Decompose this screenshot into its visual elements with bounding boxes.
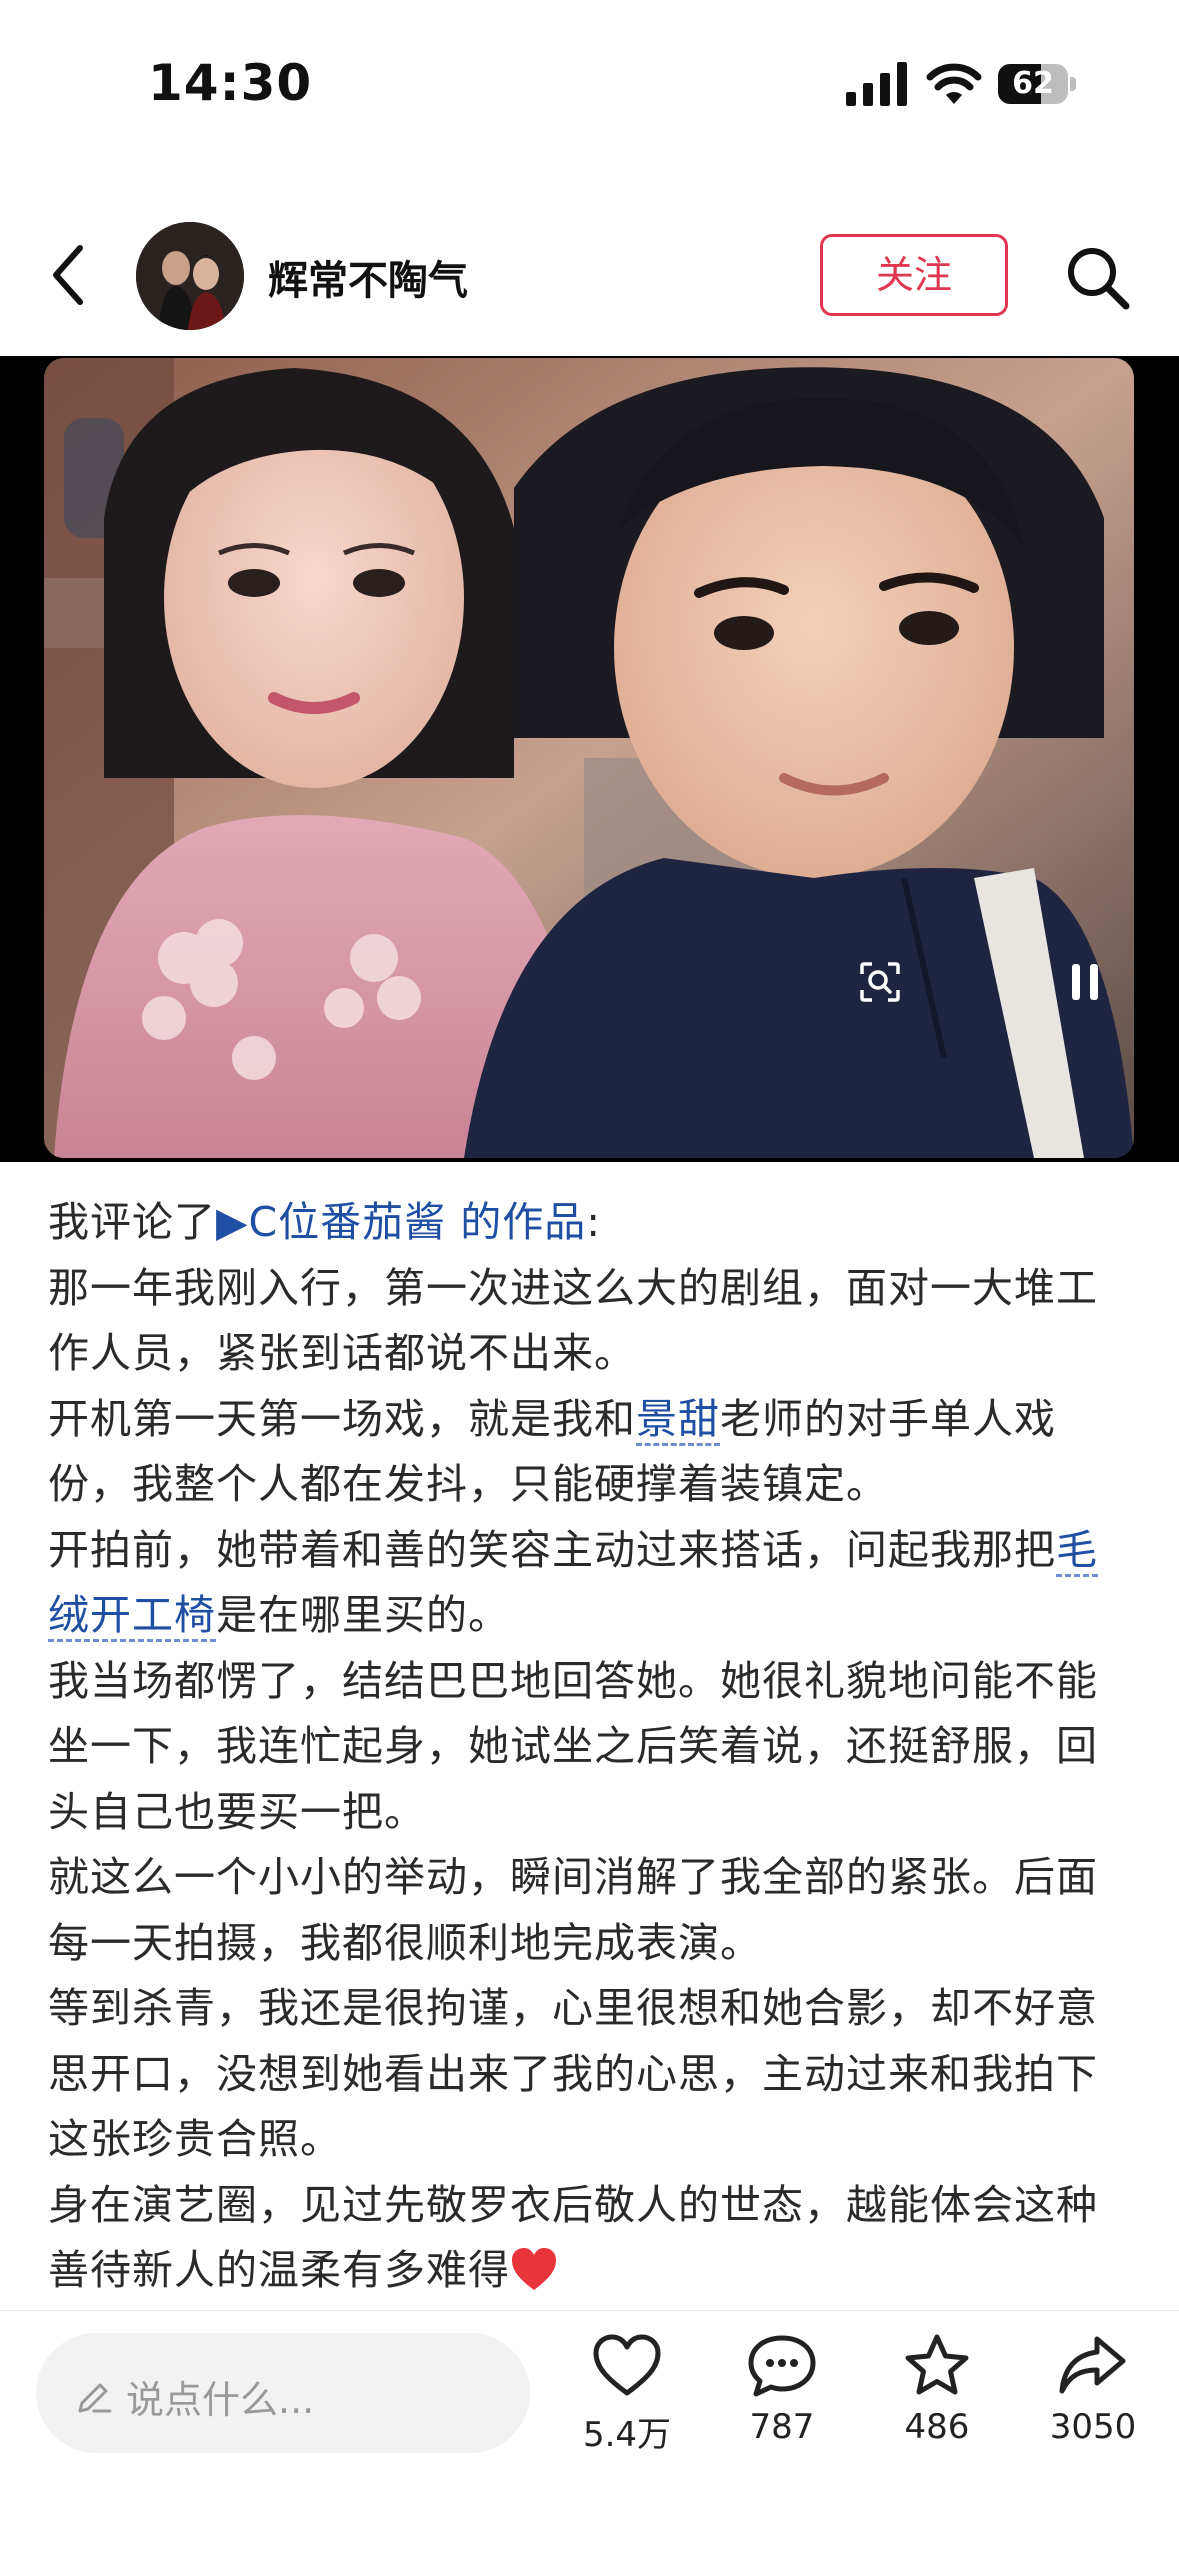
chat-bubble-icon — [748, 2335, 816, 2397]
image-search-icon[interactable] — [858, 960, 902, 1004]
paragraph-1: 那一年我刚入行，第一次进这么大的剧组，面对一大堆工作人员，紧张到话都说不出来。 — [48, 1263, 1098, 1378]
comment-button[interactable]: 787 — [722, 2333, 842, 2447]
p3-text-b: 是在哪里买的。 — [216, 1591, 510, 1639]
referenced-work-label: C位番茄酱 的作品 — [248, 1198, 587, 1246]
p2-text-a: 开机第一天第一场戏，就是我和 — [48, 1394, 636, 1443]
play-icon: ▶ — [216, 1198, 249, 1246]
status-bar: 14:30 62 — [0, 0, 1179, 170]
favorite-count: 486 — [904, 2407, 970, 2447]
wifi-icon — [926, 63, 982, 104]
bottom-action-bar: 说点什么... 5.4万 787 486 3050 — [0, 2310, 1179, 2557]
search-icon[interactable] — [1062, 242, 1132, 312]
intro-prefix: 我评论了 — [48, 1198, 216, 1246]
paragraph-5: 就这么一个小小的举动，瞬间消解了我全部的紧张。后面每一天拍摄，我都很顺利地完成表… — [48, 1853, 1098, 1967]
battery-percent: 62 — [1012, 66, 1054, 101]
share-count: 3050 — [1049, 2407, 1137, 2447]
comment-placeholder: 说点什么... — [126, 2378, 315, 2422]
battery-indicator: 62 — [998, 64, 1076, 104]
follow-button[interactable]: 关注 — [820, 234, 1008, 316]
username[interactable]: 辉常不陶气 — [268, 248, 468, 306]
favorite-button[interactable]: 486 — [877, 2333, 997, 2447]
paragraph-2: 开机第一天第一场戏，就是我和景甜老师的对手单人戏份，我整个人都在发抖，只能硬撑着… — [48, 1387, 1138, 1518]
star-icon — [905, 2334, 969, 2395]
share-button[interactable]: 3050 — [1033, 2333, 1153, 2447]
back-arrow-icon[interactable] — [44, 242, 94, 308]
like-button[interactable]: 5.4万 — [567, 2333, 687, 2456]
post-media[interactable] — [0, 356, 1179, 1162]
heart-icon — [593, 2334, 661, 2396]
pause-icon[interactable] — [1070, 962, 1100, 1002]
post-intro: 我评论了▶C位番茄酱 的作品: — [48, 1190, 1138, 1256]
p3-text-a: 开拍前，她带着和善的笑容主动过来搭话，问起我那把 — [48, 1525, 1056, 1574]
referenced-work-link[interactable]: ▶C位番茄酱 的作品 — [216, 1198, 586, 1246]
p7-text: 身在演艺圈，见过先敬罗衣后敬人的世态，越能体会这种善待新人的温柔有多难得 — [48, 2180, 1098, 2295]
comment-input[interactable]: 说点什么... — [36, 2333, 530, 2453]
post-body: 我评论了▶C位番茄酱 的作品: 那一年我刚入行，第一次进这么大的剧组，面对一大堆… — [48, 1190, 1138, 2304]
cellular-signal-icon — [846, 62, 907, 106]
comment-count: 787 — [749, 2407, 815, 2447]
paragraph-6: 等到杀青，我还是很拘谨，心里很想和她合影，却不好意思开口，没想到她看出来了我的心… — [48, 1984, 1098, 2163]
pencil-icon — [78, 2383, 112, 2413]
status-time: 14:30 — [148, 54, 313, 112]
like-count: 5.4万 — [582, 2415, 672, 2455]
profile-header: 辉常不陶气 关注 — [0, 212, 1179, 342]
avatar[interactable] — [136, 222, 244, 330]
paragraph-3: 开拍前，她带着和善的笑容主动过来搭话，问起我那把毛绒开工椅是在哪里买的。 — [48, 1518, 1138, 1649]
paragraph-4: 我当场都愣了，结结巴巴地回答她。她很礼貌地问能不能坐一下，我连忙起身，她试坐之后… — [48, 1656, 1098, 1836]
paragraph-7: 身在演艺圈，见过先敬罗衣后敬人的世态，越能体会这种善待新人的温柔有多难得 — [48, 2173, 1138, 2304]
mention-link-jingtian[interactable]: 景甜 — [636, 1394, 720, 1446]
red-heart-emoji-icon — [512, 2248, 556, 2290]
post-photo — [44, 358, 1134, 1158]
share-arrow-icon — [1059, 2336, 1126, 2394]
intro-suffix: : — [586, 1198, 602, 1246]
